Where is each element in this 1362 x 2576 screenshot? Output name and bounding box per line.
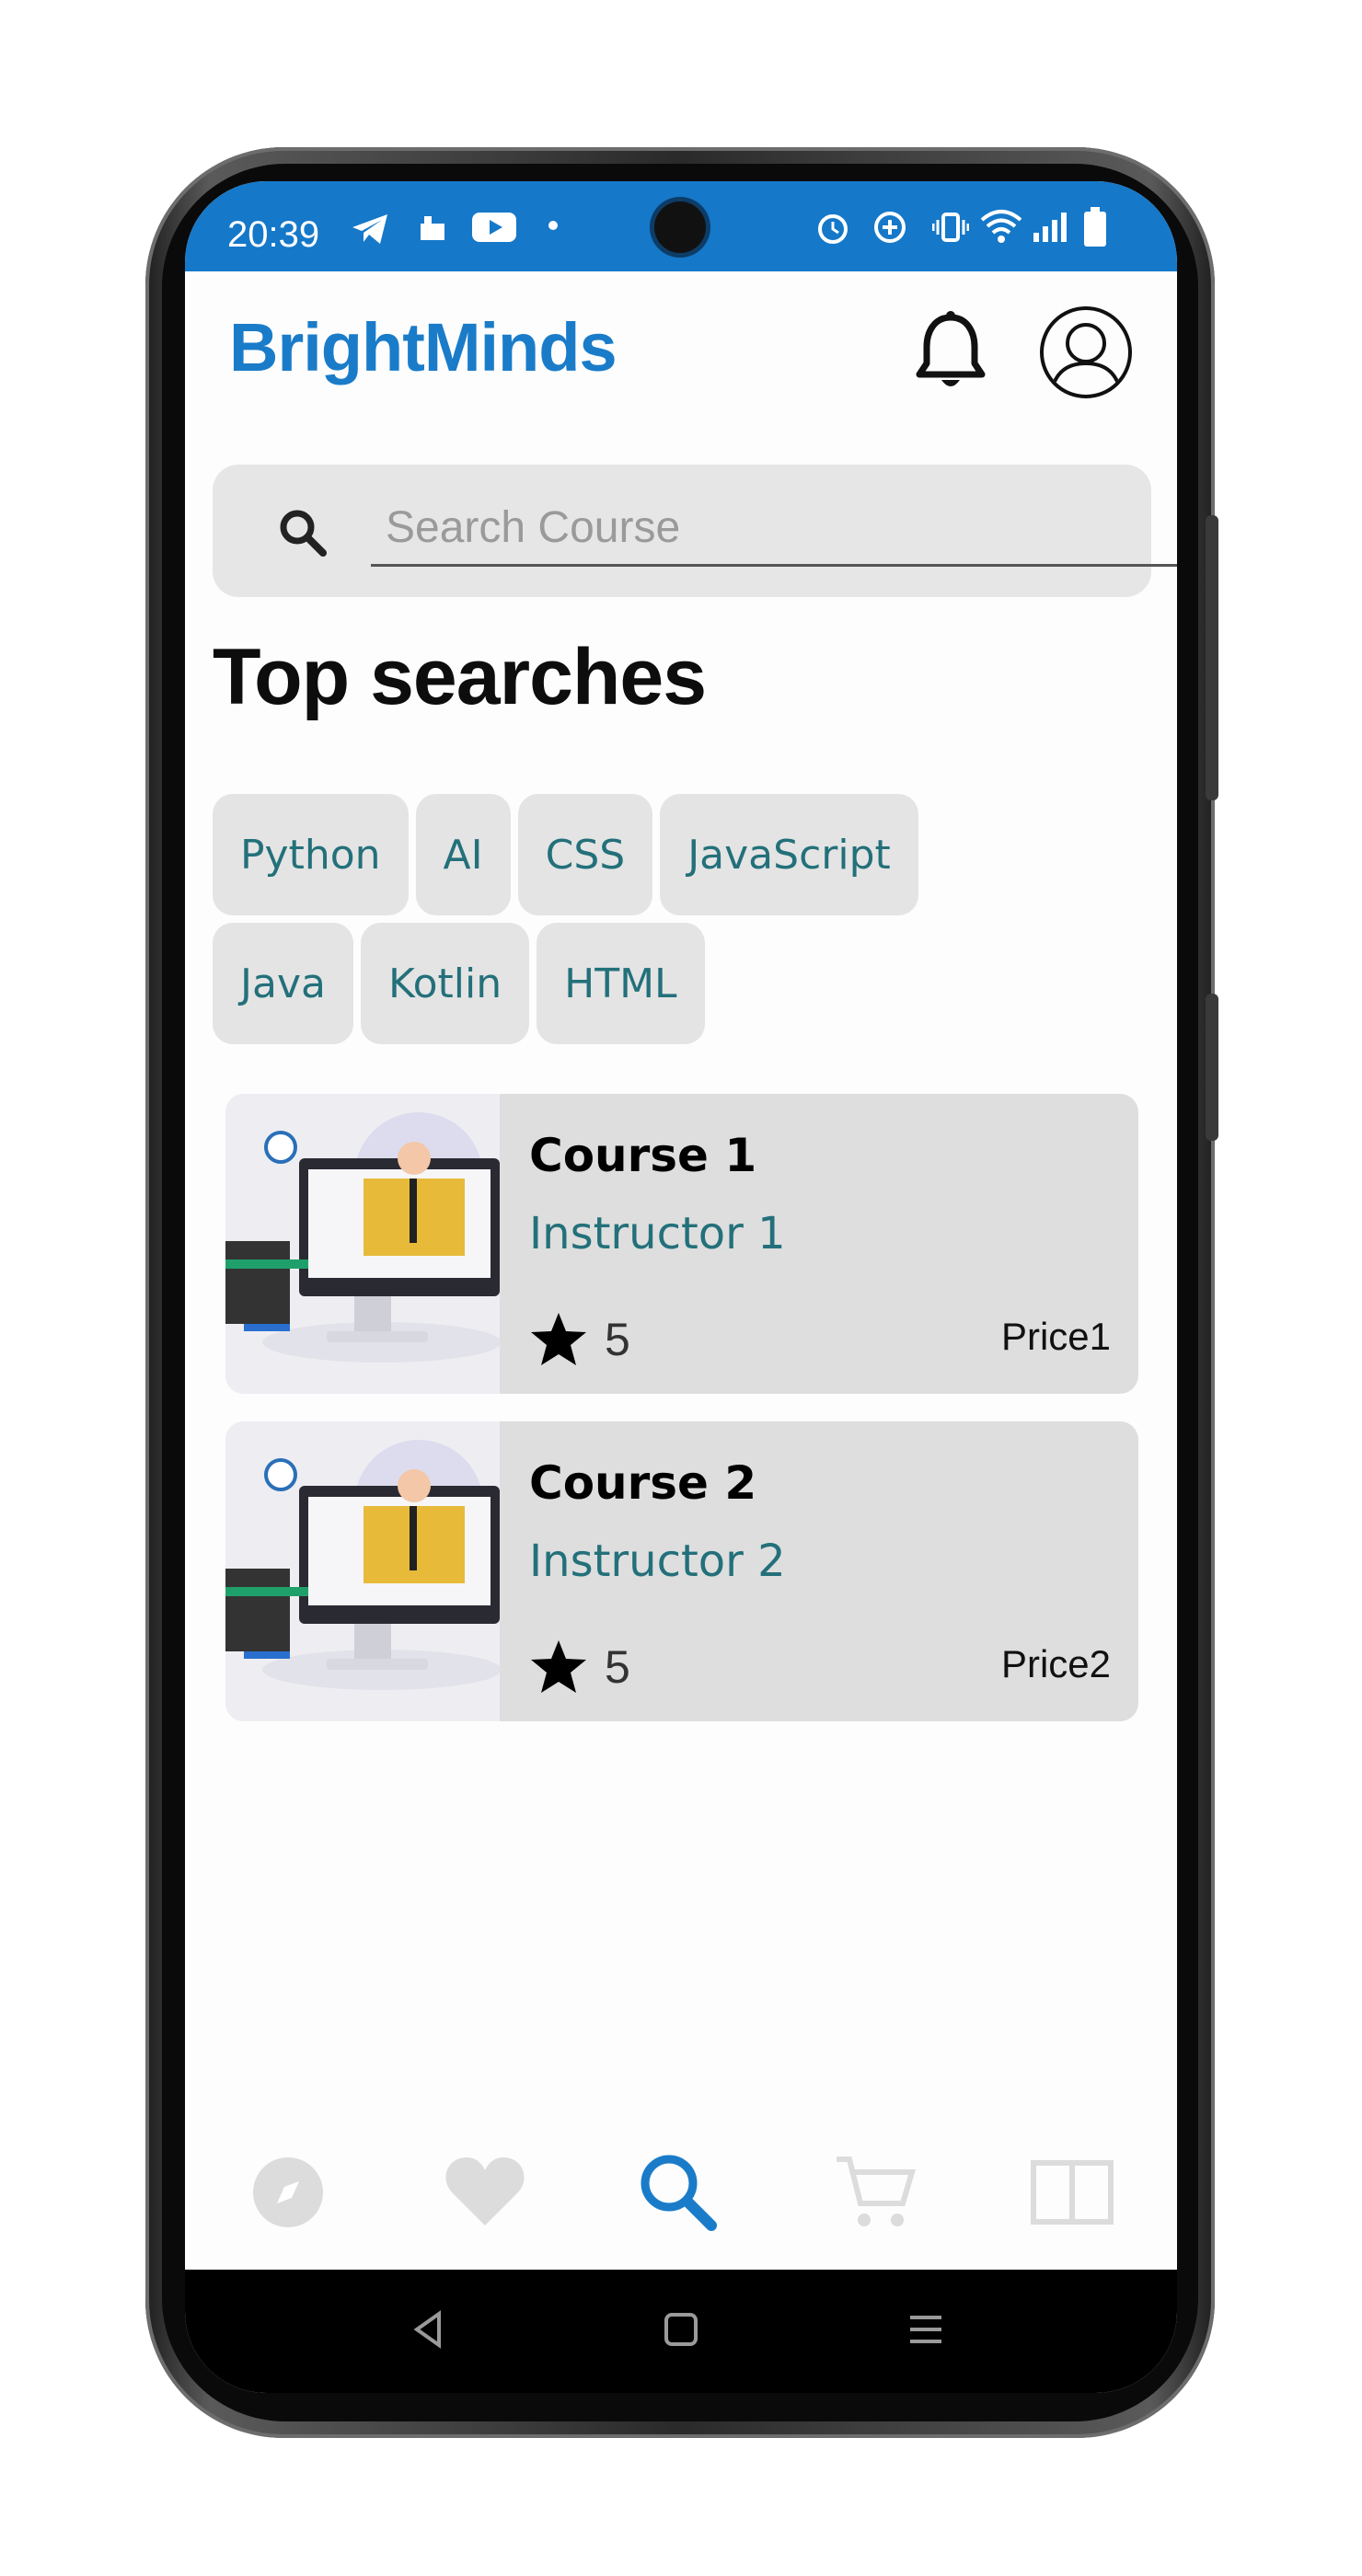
course-price: Price1 [1000,1315,1111,1358]
back-icon[interactable] [406,2306,452,2352]
youtube-icon [472,213,516,242]
power-button [1206,994,1218,1141]
course-rating: 5 [529,1639,630,1696]
home-icon[interactable] [658,2306,704,2352]
telegram-icon [352,214,387,244]
app-brand-title: BrightMinds [229,309,618,385]
recents-icon[interactable] [903,2306,949,2352]
chip-java[interactable]: Java [213,923,353,1044]
chip-css[interactable]: CSS [517,794,653,915]
wifi-icon [980,210,1022,243]
alarm-icon [818,214,848,244]
signal-icon [1033,213,1067,242]
battery-icon [1084,207,1106,247]
course-list: Course 1 Instructor 1 5 Price1 Course 2 … [225,1094,1138,1749]
search-bar[interactable] [213,465,1177,597]
star-icon [531,1313,586,1365]
heart-icon[interactable] [439,2146,531,2238]
star-icon [531,1640,586,1693]
chip-kotlin[interactable]: Kotlin [360,923,530,1044]
course-title: Course 1 [529,1129,757,1182]
bottom-navigation [185,2113,1177,2260]
course-price: Price2 [1000,1642,1111,1685]
chip-row: Python AI CSS JavaScript [213,794,1160,915]
course-rating: 5 [529,1311,630,1368]
course-card[interactable]: Course 1 Instructor 1 5 Price1 [225,1094,1138,1394]
search-icon[interactable] [632,2146,724,2238]
volume-button [1206,515,1218,800]
vibrate-icon [932,213,969,242]
chip-javascript[interactable]: JavaScript [660,794,918,915]
chip-row: Java Kotlin HTML [213,923,1160,1044]
search-icon [280,510,327,557]
course-instructor: Instructor 1 [529,1208,786,1259]
search-input[interactable] [371,490,1177,567]
profile-icon [1049,323,1123,395]
dot-icon [548,221,558,230]
app-notification-icon [421,216,444,240]
rating-value: 5 [605,1641,630,1693]
compass-icon[interactable] [242,2146,334,2238]
bell-icon[interactable] [912,310,989,395]
course-thumbnail [225,1094,500,1394]
course-instructor: Instructor 2 [529,1535,786,1587]
status-time: 20:39 [227,214,320,255]
course-card[interactable]: Course 2 Instructor 2 5 Price2 [225,1421,1138,1721]
chip-ai[interactable]: AI [415,794,511,915]
chip-html[interactable]: HTML [537,923,705,1044]
section-title-top-searches: Top searches [213,633,707,721]
profile-avatar[interactable] [1040,306,1132,398]
data-saver-icon [874,212,906,243]
cart-icon[interactable] [829,2146,921,2238]
book-icon[interactable] [1026,2146,1118,2238]
top-search-chips: Python AI CSS JavaScript Java Kotlin HTM… [213,794,1160,1052]
system-navigation-bar [185,2270,1177,2393]
rating-value: 5 [605,1314,630,1365]
status-bar: 20:39 [185,181,1177,271]
chip-python[interactable]: Python [213,794,409,915]
app-screen: 20:39 BrightMinds Search Course Top sear… [185,181,1177,2393]
front-camera [654,201,706,253]
course-title: Course 2 [529,1456,757,1510]
course-thumbnail [225,1421,500,1721]
